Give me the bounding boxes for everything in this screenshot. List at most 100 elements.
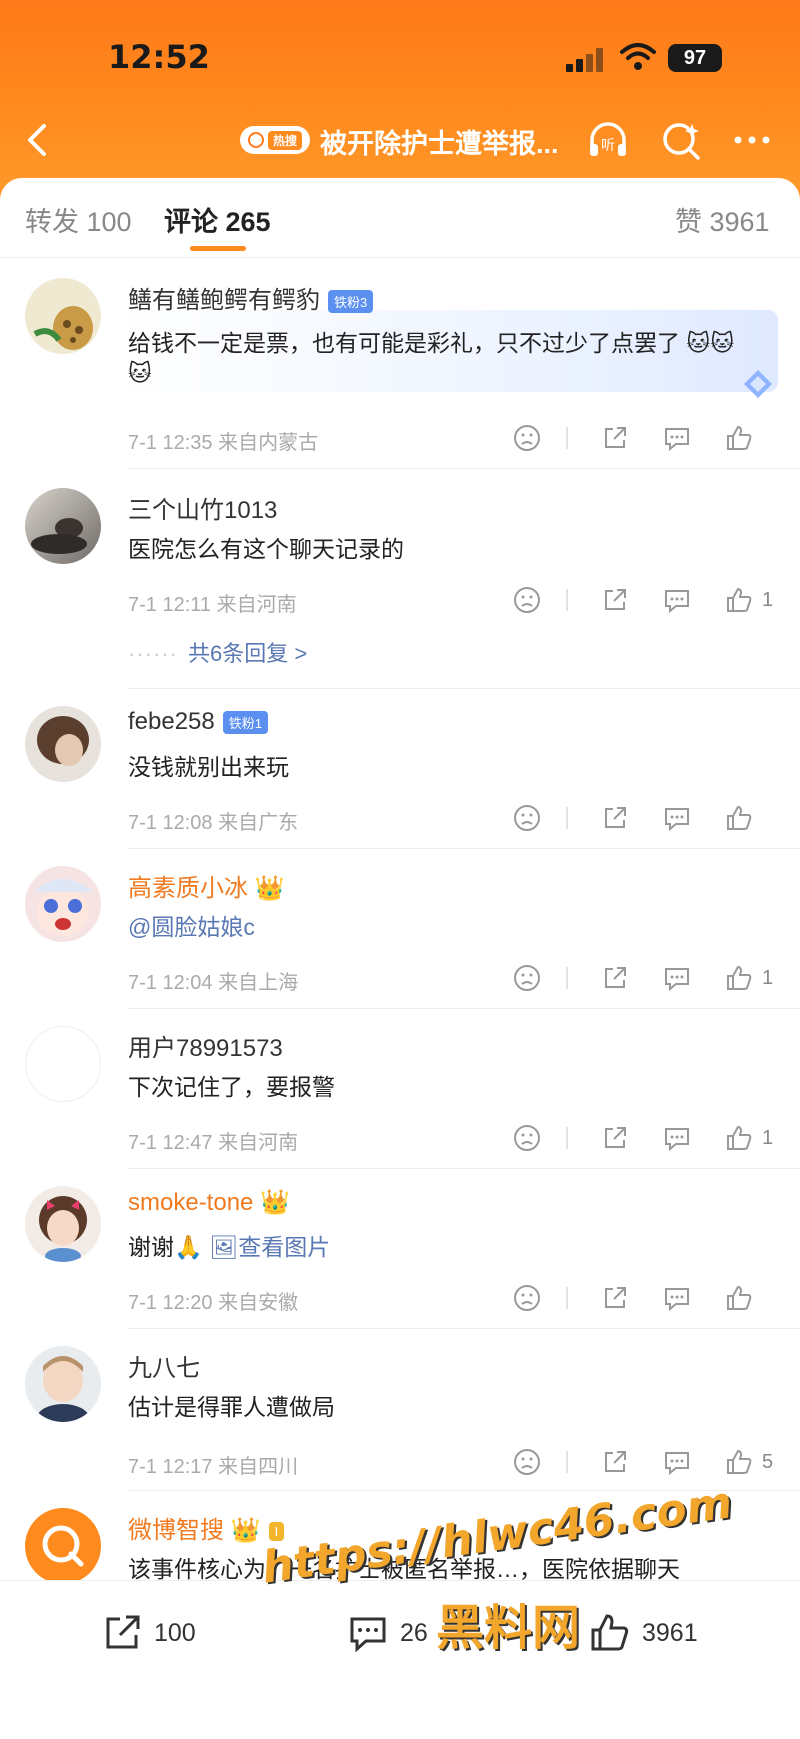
comment-actions: 1: [480, 1122, 774, 1154]
page-title: 被开除护士遭举报...: [320, 129, 559, 159]
listen-label: 听: [601, 138, 615, 154]
comment-username[interactable]: 鳝有鳝鲍鳄有鳄豹 铁粉3: [128, 280, 374, 315]
comment-button[interactable]: 26: [346, 1611, 428, 1655]
like-icon[interactable]: [724, 963, 754, 993]
comment-icon[interactable]: [662, 1123, 692, 1153]
tab-comments[interactable]: 评论 265: [164, 200, 271, 239]
pray-emoji-icon: 🙏: [174, 1234, 203, 1260]
comment-icon[interactable]: [662, 423, 692, 453]
like-icon[interactable]: [724, 1447, 754, 1477]
image-icon: 🖼: [209, 1234, 239, 1260]
dislike-icon[interactable]: [512, 423, 542, 453]
comment-username[interactable]: 微博智搜 👑 I: [128, 1510, 285, 1545]
like-icon[interactable]: [724, 1123, 754, 1153]
dislike-icon[interactable]: [512, 1447, 542, 1477]
ai-search-icon[interactable]: [660, 118, 704, 162]
comment-icon[interactable]: [662, 1283, 692, 1313]
dots-icon: ······: [128, 641, 178, 666]
action-divider: [566, 1287, 568, 1309]
mention-link[interactable]: @圆脸姑娘c: [128, 914, 255, 940]
like-count: 1: [762, 1126, 774, 1149]
tab-likes[interactable]: 赞 3961: [675, 200, 770, 239]
comment-text: 医院怎么有这个聊天记录的: [128, 536, 404, 562]
fan-badge: 铁粉3: [328, 290, 374, 314]
comment-text: 谢谢🙏 🖼查看图片: [128, 1234, 331, 1260]
share-icon[interactable]: [600, 1447, 630, 1477]
share-icon[interactable]: [600, 963, 630, 993]
dislike-icon[interactable]: [512, 1283, 542, 1313]
crown-icon: 👑: [260, 1189, 290, 1216]
like-button[interactable]: 3961: [588, 1611, 698, 1655]
share-icon[interactable]: [600, 585, 630, 615]
comment-username[interactable]: smoke-tone 👑: [128, 1188, 290, 1217]
avatar[interactable]: [25, 1026, 101, 1102]
comment-meta: 7-1 12:04 来自上海: [128, 972, 299, 994]
avatar[interactable]: [25, 488, 101, 564]
comment-username[interactable]: 九八七: [128, 1348, 200, 1383]
tab-bar: 转发 100 评论 265 赞 3961: [0, 178, 800, 258]
avatar[interactable]: [25, 866, 101, 942]
comment-actions: [480, 422, 774, 454]
divider: [128, 1168, 800, 1169]
comment-icon[interactable]: [662, 963, 692, 993]
comment-icon[interactable]: [662, 803, 692, 833]
comment-meta: 7-1 12:17 来自四川: [128, 1456, 299, 1478]
avatar[interactable]: [25, 1186, 101, 1262]
view-image-link[interactable]: 🖼查看图片: [209, 1234, 330, 1260]
bottom-action-bar: 100 26 3961: [0, 1580, 800, 1739]
nav-bar: 热搜 被开除护士遭举报... 听: [0, 112, 800, 168]
comment-text: 估计是得罪人遭做局: [128, 1394, 335, 1420]
like-icon[interactable]: [724, 423, 754, 453]
comment-username[interactable]: 高素质小冰 👑: [128, 868, 285, 903]
hot-search-tag[interactable]: 热搜: [240, 126, 311, 154]
comment-text: 下次记住了，要报警: [128, 1074, 335, 1100]
comment-meta: 7-1 12:47 来自河南: [128, 1132, 299, 1154]
like-icon[interactable]: [724, 1283, 754, 1313]
more-icon[interactable]: [730, 118, 774, 162]
comment-count: 26: [400, 1618, 428, 1647]
avatar[interactable]: [25, 278, 101, 354]
avatar[interactable]: [25, 1346, 101, 1422]
signal-icon: [566, 48, 604, 72]
comment-meta: 7-1 12:11 来自河南: [128, 594, 297, 616]
diamond-icon: [744, 370, 772, 398]
dislike-icon[interactable]: [512, 585, 542, 615]
like-icon: [591, 1614, 629, 1651]
wifi-icon: [620, 43, 656, 70]
comment-icon[interactable]: [662, 585, 692, 615]
dislike-icon[interactable]: [512, 1123, 542, 1153]
share-icon[interactable]: [600, 1283, 630, 1313]
share-icon[interactable]: [600, 803, 630, 833]
comment-username[interactable]: 三个山竹1013: [128, 490, 277, 525]
comment-username[interactable]: febe258 铁粉1: [128, 708, 268, 736]
back-icon[interactable]: [18, 120, 58, 160]
dislike-icon[interactable]: [512, 963, 542, 993]
fan-badge: 铁粉1: [222, 711, 268, 735]
comment-meta: 7-1 12:08 来自广东: [128, 812, 299, 834]
action-divider: [566, 807, 568, 829]
repost-button[interactable]: 100: [100, 1611, 196, 1655]
tab-repost[interactable]: 转发 100: [25, 200, 132, 239]
share-icon[interactable]: [600, 423, 630, 453]
like-count: 1: [762, 588, 774, 611]
comment-actions: [480, 802, 774, 834]
divider: [128, 688, 800, 689]
watermark-name: 黑料网: [436, 1600, 581, 1656]
comment-actions: 1: [480, 584, 774, 616]
view-replies-link[interactable]: ······ 共6条回复 >: [128, 636, 307, 668]
headphones-icon[interactable]: 听: [586, 118, 630, 162]
comment-username[interactable]: 用户78991573: [128, 1028, 283, 1063]
comment-icon[interactable]: [662, 1447, 692, 1477]
share-icon[interactable]: [600, 1123, 630, 1153]
action-divider: [566, 589, 568, 611]
comment-text: 没钱就别出来玩: [128, 754, 289, 780]
like-icon[interactable]: [724, 585, 754, 615]
like-count: 3961: [642, 1618, 698, 1647]
avatar[interactable]: [25, 706, 101, 782]
avatar[interactable]: [25, 1508, 101, 1584]
like-icon[interactable]: [724, 803, 754, 833]
dislike-icon[interactable]: [512, 803, 542, 833]
active-tab-indicator: [190, 246, 246, 251]
divider: [128, 468, 800, 469]
action-divider: [566, 1451, 568, 1473]
